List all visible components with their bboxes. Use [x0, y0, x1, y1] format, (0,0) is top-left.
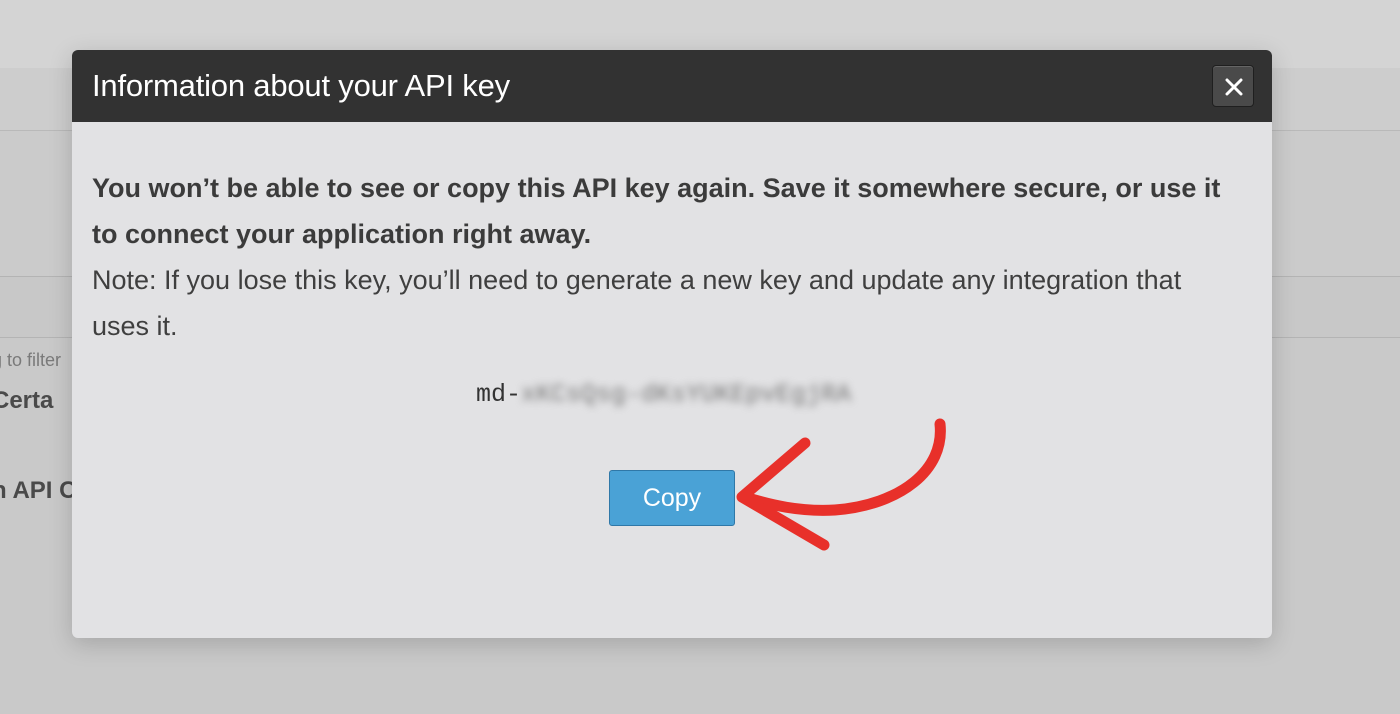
modal-header: Information about your API key [72, 50, 1272, 122]
background-list-item: n API C [0, 477, 77, 504]
api-key-modal: Information about your API key You won’t… [72, 50, 1272, 638]
note-text: Note: If you lose this key, you’ll need … [92, 265, 1182, 341]
api-key-value: md-xKCsQsg-dKsYUKEpvEgjRA [476, 380, 851, 409]
close-button[interactable] [1212, 65, 1254, 107]
modal-body: You won’t be able to see or copy this AP… [92, 165, 1242, 349]
close-icon [1225, 78, 1243, 96]
background-list-item: Certa [0, 387, 54, 414]
modal-title: Information about your API key [92, 68, 510, 103]
background-filter-hint: g to filter [0, 350, 62, 370]
copy-button[interactable]: Copy [609, 470, 735, 526]
warning-text: You won’t be able to see or copy this AP… [92, 173, 1221, 249]
api-key-masked: xKCsQsg-dKsYUKEpvEgjRA [521, 380, 852, 409]
api-key-prefix: md- [476, 380, 522, 409]
